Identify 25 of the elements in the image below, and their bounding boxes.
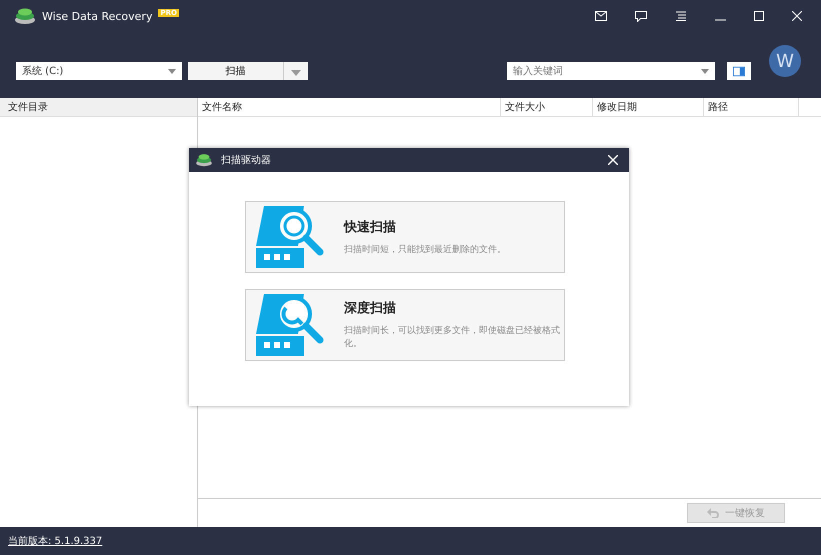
scan-option[interactable]: 快速扫描 扫描时间短，只能找到最近删除的文件。 [245,201,565,273]
panel-layout-icon [733,66,745,76]
caret-icon [291,70,301,76]
column-header[interactable]: 文件名称 [198,98,501,117]
undo-icon [707,508,719,518]
drive-stack-icon [14,7,36,25]
option-title: 深度扫描 [344,300,397,318]
search-field[interactable]: 输入关键词 [507,62,715,80]
column-header: 文件目录 [0,98,197,117]
drive-dropdown[interactable]: 系统 (C:) [16,62,182,80]
option-description: 扫描时间长，可以找到更多文件，即使磁盘已经被格式化。 [344,325,561,351]
column-header[interactable]: 文件大小 [501,98,593,117]
panel-layout-button[interactable] [727,62,751,80]
caret-icon[interactable] [701,69,709,74]
dialog-title: 扫描驱动器 [221,154,271,167]
scan-option[interactable]: 深度扫描 扫描时间长，可以找到更多文件，即使磁盘已经被格式化。 [245,289,565,361]
option-description: 扫描时间短，只能找到最近删除的文件。 [344,244,507,256]
version-link[interactable]: 当前版本: 5.1.9.337 [8,534,102,548]
caret-icon [168,68,176,74]
column-header[interactable]: 路径 [704,98,799,117]
column-header[interactable]: 修改日期 [593,98,704,117]
drive-stack-icon [195,153,213,167]
avatar-icon[interactable]: W [769,45,801,77]
window-title: Wise Data Recovery [42,10,152,22]
option-title: 快速扫描 [344,218,397,236]
